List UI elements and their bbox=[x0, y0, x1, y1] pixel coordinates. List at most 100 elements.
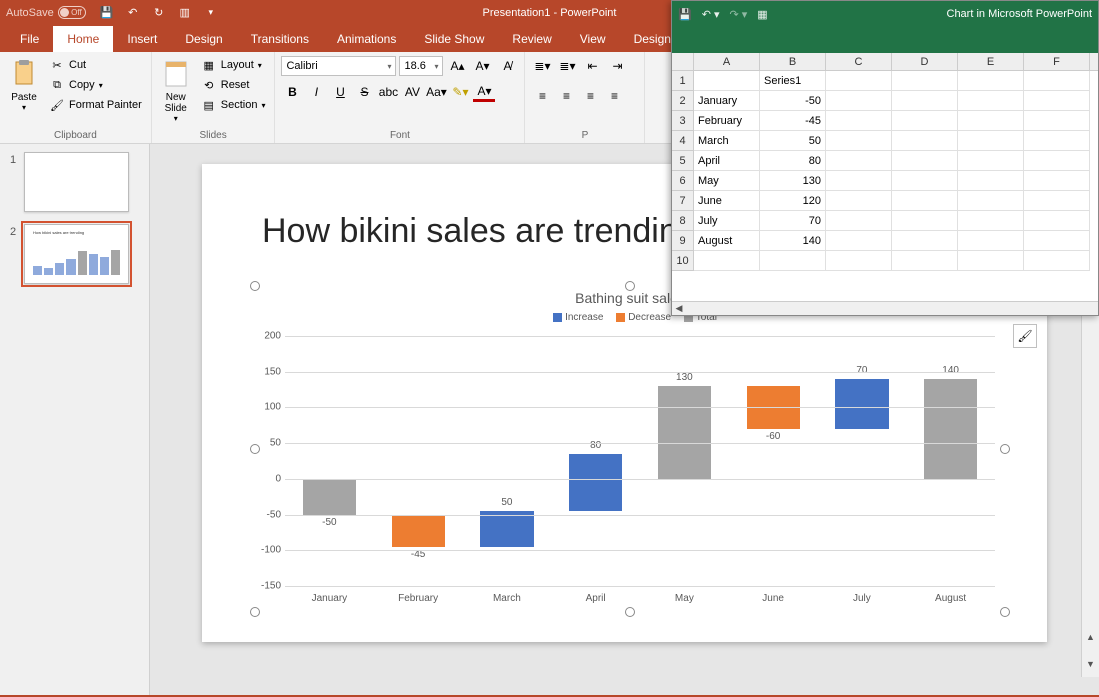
font-name-combo[interactable]: Calibri▾ bbox=[281, 56, 396, 76]
cell[interactable] bbox=[1024, 211, 1090, 231]
cell[interactable] bbox=[958, 71, 1024, 91]
cell[interactable] bbox=[958, 131, 1024, 151]
font-color-button[interactable]: A▾ bbox=[473, 82, 495, 102]
indent-inc-button[interactable]: ⇥ bbox=[606, 56, 628, 76]
slide-title-text[interactable]: How bikini sales are trending bbox=[262, 212, 697, 251]
cell[interactable]: August bbox=[694, 231, 760, 251]
resize-handle[interactable] bbox=[1000, 444, 1010, 454]
slide-thumbnail[interactable]: How bikini sales are trending bbox=[24, 224, 129, 284]
indent-dec-button[interactable]: ⇤ bbox=[581, 56, 603, 76]
change-case-button[interactable]: Aa▾ bbox=[425, 82, 447, 102]
clear-formatting-icon[interactable]: A̸ bbox=[496, 56, 518, 76]
align-right-button[interactable]: ≡ bbox=[579, 86, 601, 106]
cell[interactable]: -45 bbox=[760, 111, 826, 131]
tab-transitions[interactable]: Transitions bbox=[237, 26, 323, 52]
cell[interactable] bbox=[826, 251, 892, 271]
cell[interactable] bbox=[826, 171, 892, 191]
cell[interactable] bbox=[892, 171, 958, 191]
cell[interactable]: 50 bbox=[760, 131, 826, 151]
shadow-button[interactable]: abc bbox=[377, 82, 399, 102]
slide-thumbnail[interactable] bbox=[24, 152, 129, 212]
bullets-button[interactable]: ≣▾ bbox=[531, 56, 553, 76]
strikethrough-button[interactable]: S bbox=[353, 82, 375, 102]
cell[interactable] bbox=[826, 71, 892, 91]
format-painter-button[interactable]: 🖌Format Painter bbox=[46, 96, 145, 114]
cell[interactable] bbox=[892, 91, 958, 111]
undo-icon[interactable]: ↶ bbox=[122, 3, 144, 23]
cell[interactable]: February bbox=[694, 111, 760, 131]
autosave-toggle[interactable]: Off bbox=[58, 6, 86, 19]
bar[interactable] bbox=[480, 511, 533, 547]
select-all-corner[interactable] bbox=[672, 53, 694, 70]
row-header[interactable]: 9 bbox=[672, 231, 694, 251]
excel-data-window[interactable]: 💾 ↶ ▾ ↷ ▾ ▦ Chart in Microsoft PowerPoin… bbox=[671, 0, 1099, 316]
bar[interactable] bbox=[924, 379, 977, 479]
bar[interactable] bbox=[835, 379, 888, 429]
chart-styles-button[interactable]: 🖌 bbox=[1013, 324, 1037, 348]
row-header[interactable]: 10 bbox=[672, 251, 694, 271]
row-header[interactable]: 3 bbox=[672, 111, 694, 131]
cell[interactable]: July bbox=[694, 211, 760, 231]
col-header[interactable]: E bbox=[958, 53, 1024, 70]
increase-font-icon[interactable]: A▴ bbox=[446, 56, 468, 76]
cell[interactable] bbox=[958, 191, 1024, 211]
cell[interactable] bbox=[1024, 171, 1090, 191]
cell[interactable]: 80 bbox=[760, 151, 826, 171]
tab-review[interactable]: Review bbox=[498, 26, 565, 52]
cell[interactable] bbox=[826, 151, 892, 171]
cell[interactable] bbox=[892, 191, 958, 211]
italic-button[interactable]: I bbox=[305, 82, 327, 102]
resize-handle[interactable] bbox=[1000, 607, 1010, 617]
cell[interactable] bbox=[1024, 111, 1090, 131]
col-header[interactable]: C bbox=[826, 53, 892, 70]
cell[interactable]: January bbox=[694, 91, 760, 111]
row-header[interactable]: 1 bbox=[672, 71, 694, 91]
resize-handle[interactable] bbox=[250, 607, 260, 617]
cell[interactable] bbox=[892, 71, 958, 91]
chart-object[interactable]: Bathing suit sales Increase Decrease Tot… bbox=[255, 286, 1005, 612]
cell[interactable]: 70 bbox=[760, 211, 826, 231]
chart-icon[interactable]: ▦ bbox=[757, 8, 767, 21]
cell[interactable] bbox=[826, 91, 892, 111]
cell[interactable] bbox=[1024, 151, 1090, 171]
cell[interactable]: June bbox=[694, 191, 760, 211]
numbering-button[interactable]: ≣▾ bbox=[556, 56, 578, 76]
redo-icon[interactable]: ↻ bbox=[148, 3, 170, 23]
cell[interactable] bbox=[892, 111, 958, 131]
align-left-button[interactable]: ≡ bbox=[531, 86, 553, 106]
bar[interactable] bbox=[569, 454, 622, 511]
row-header[interactable]: 5 bbox=[672, 151, 694, 171]
cut-button[interactable]: ✂Cut bbox=[46, 56, 145, 74]
cell[interactable] bbox=[694, 251, 760, 271]
row-header[interactable]: 2 bbox=[672, 91, 694, 111]
row-header[interactable]: 6 bbox=[672, 171, 694, 191]
layout-button[interactable]: ▦Layout▾ bbox=[198, 56, 269, 74]
cell[interactable] bbox=[826, 131, 892, 151]
undo-icon[interactable]: ↶ ▾ bbox=[702, 8, 720, 21]
cell[interactable] bbox=[826, 231, 892, 251]
char-spacing-button[interactable]: AV bbox=[401, 82, 423, 102]
tab-animations[interactable]: Animations bbox=[323, 26, 410, 52]
tab-design[interactable]: Design bbox=[171, 26, 236, 52]
cell[interactable] bbox=[958, 211, 1024, 231]
save-icon[interactable]: 💾 bbox=[96, 3, 118, 23]
bar[interactable] bbox=[658, 386, 711, 479]
cell[interactable]: March bbox=[694, 131, 760, 151]
row-header[interactable]: 7 bbox=[672, 191, 694, 211]
paste-button[interactable]: Paste▾ bbox=[6, 56, 42, 114]
bold-button[interactable]: B bbox=[281, 82, 303, 102]
reset-button[interactable]: ⟲Reset bbox=[198, 76, 269, 94]
excel-sheet[interactable]: A B C D E F 1Series12January-503February… bbox=[672, 53, 1098, 301]
cell[interactable] bbox=[892, 211, 958, 231]
cell[interactable] bbox=[1024, 191, 1090, 211]
tab-insert[interactable]: Insert bbox=[113, 26, 171, 52]
col-header[interactable]: D bbox=[892, 53, 958, 70]
resize-handle[interactable] bbox=[250, 281, 260, 291]
align-center-button[interactable]: ≡ bbox=[555, 86, 577, 106]
cell[interactable] bbox=[892, 231, 958, 251]
cell[interactable] bbox=[958, 91, 1024, 111]
cell[interactable]: April bbox=[694, 151, 760, 171]
cell[interactable]: 140 bbox=[760, 231, 826, 251]
resize-handle[interactable] bbox=[625, 607, 635, 617]
cell[interactable] bbox=[958, 151, 1024, 171]
